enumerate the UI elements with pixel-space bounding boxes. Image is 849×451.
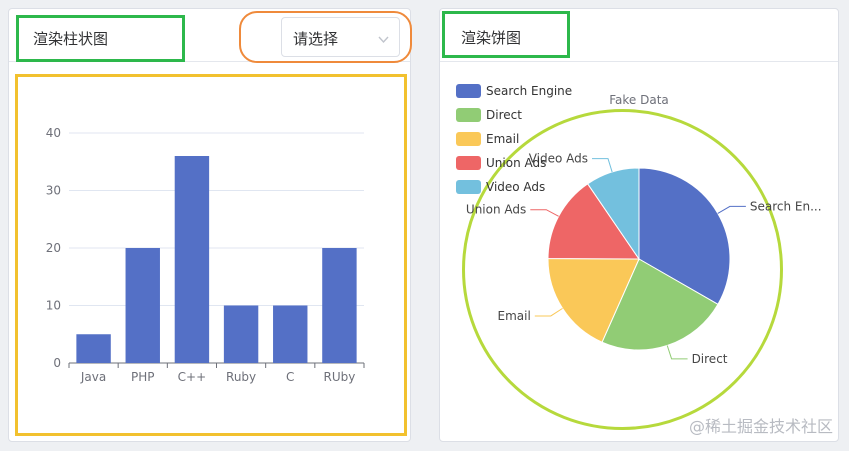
pie-chart: Fake Data Search En... Direct Email Union Ad…	[456, 84, 822, 366]
pie-slice-label: Union Ads	[466, 203, 526, 217]
pie-chart-card: 渲染饼图 Fake Data Search En... Direct Email Uni…	[439, 8, 839, 442]
y-tick-label: 30	[46, 184, 61, 198]
category-select[interactable]: 请选择	[281, 17, 400, 57]
bar	[322, 248, 357, 363]
pie-leader-line	[717, 205, 746, 214]
x-tick-label: C	[286, 370, 294, 384]
x-tick-label: Java	[80, 370, 106, 384]
legend-swatch	[456, 84, 481, 98]
select-placeholder: 请选择	[293, 30, 339, 48]
bar-chart-card: 渲染柱状图 请选择 0 10 20 30 40 Java PHP C++ Ruby C RUby	[8, 8, 412, 442]
legend-swatch	[456, 156, 481, 170]
y-tick-label: 40	[46, 126, 61, 140]
legend-label: Video Ads	[486, 180, 545, 194]
legend-label: Email	[486, 132, 519, 146]
pie-card-title: 渲染饼图	[461, 29, 522, 47]
bar-chart: 0 10 20 30 40 Java PHP C++ Ruby C RUby	[46, 126, 365, 384]
y-tick-label: 10	[46, 299, 61, 313]
legend-swatch	[456, 108, 481, 122]
x-tick-label: Ruby	[226, 370, 256, 384]
bar	[125, 248, 160, 363]
y-tick-label: 20	[46, 241, 61, 255]
legend-label: Search Engine	[486, 84, 572, 98]
y-tick-label: 0	[53, 356, 61, 370]
pie-slice-label: Email	[498, 309, 531, 323]
pie-leader-line	[666, 345, 688, 360]
x-tick-label: RUby	[323, 370, 355, 384]
pie-leader-line	[592, 158, 613, 173]
chevron-down-icon	[378, 30, 389, 48]
pie-leader-line	[534, 307, 563, 317]
bar	[223, 305, 259, 363]
bar-title-highlight: 渲染柱状图	[16, 15, 185, 62]
x-tick-label: C++	[178, 370, 207, 384]
pie-slice-label: Direct	[692, 352, 728, 366]
bar	[76, 334, 111, 363]
watermark: @稀土掘金技术社区	[688, 417, 833, 436]
pie-title-highlight: 渲染饼图	[442, 11, 570, 58]
bar	[174, 156, 210, 363]
pie-title: Fake Data	[609, 93, 669, 107]
bar	[273, 305, 308, 363]
x-tick-label: PHP	[131, 370, 155, 384]
legend-swatch	[456, 132, 481, 146]
legend-swatch	[456, 180, 481, 194]
bar-card-title: 渲染柱状图	[33, 30, 109, 48]
pie-slice-label: Search En...	[750, 199, 822, 213]
legend-label: Union Ads	[486, 156, 546, 170]
pie-leader-line	[530, 209, 559, 217]
legend-label: Direct	[486, 108, 522, 122]
